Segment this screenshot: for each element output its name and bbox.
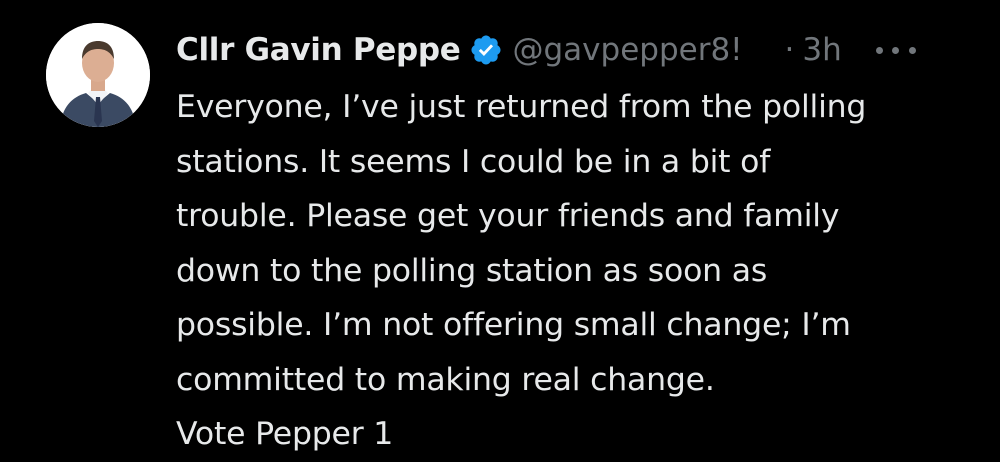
tweet[interactable]: Cllr Gavin Peppe @gavpepper8! · 3h Every… [0, 0, 1000, 455]
timestamp[interactable]: 3h [802, 32, 841, 68]
tweet-text: Everyone, I’ve just returned from the po… [176, 89, 867, 452]
tweet-header: Cllr Gavin Peppe @gavpepper8! · 3h [176, 28, 976, 72]
handle[interactable]: @gavpepper8! [513, 32, 781, 68]
avatar[interactable] [46, 23, 150, 127]
avatar-photo [46, 23, 150, 127]
display-name[interactable]: Cllr Gavin Peppe [176, 32, 461, 68]
handle-text: @gavpepper8! [512, 32, 743, 68]
separator-dot: · [784, 32, 795, 68]
more-options-icon[interactable] [875, 35, 916, 65]
verified-badge-icon [469, 33, 503, 67]
